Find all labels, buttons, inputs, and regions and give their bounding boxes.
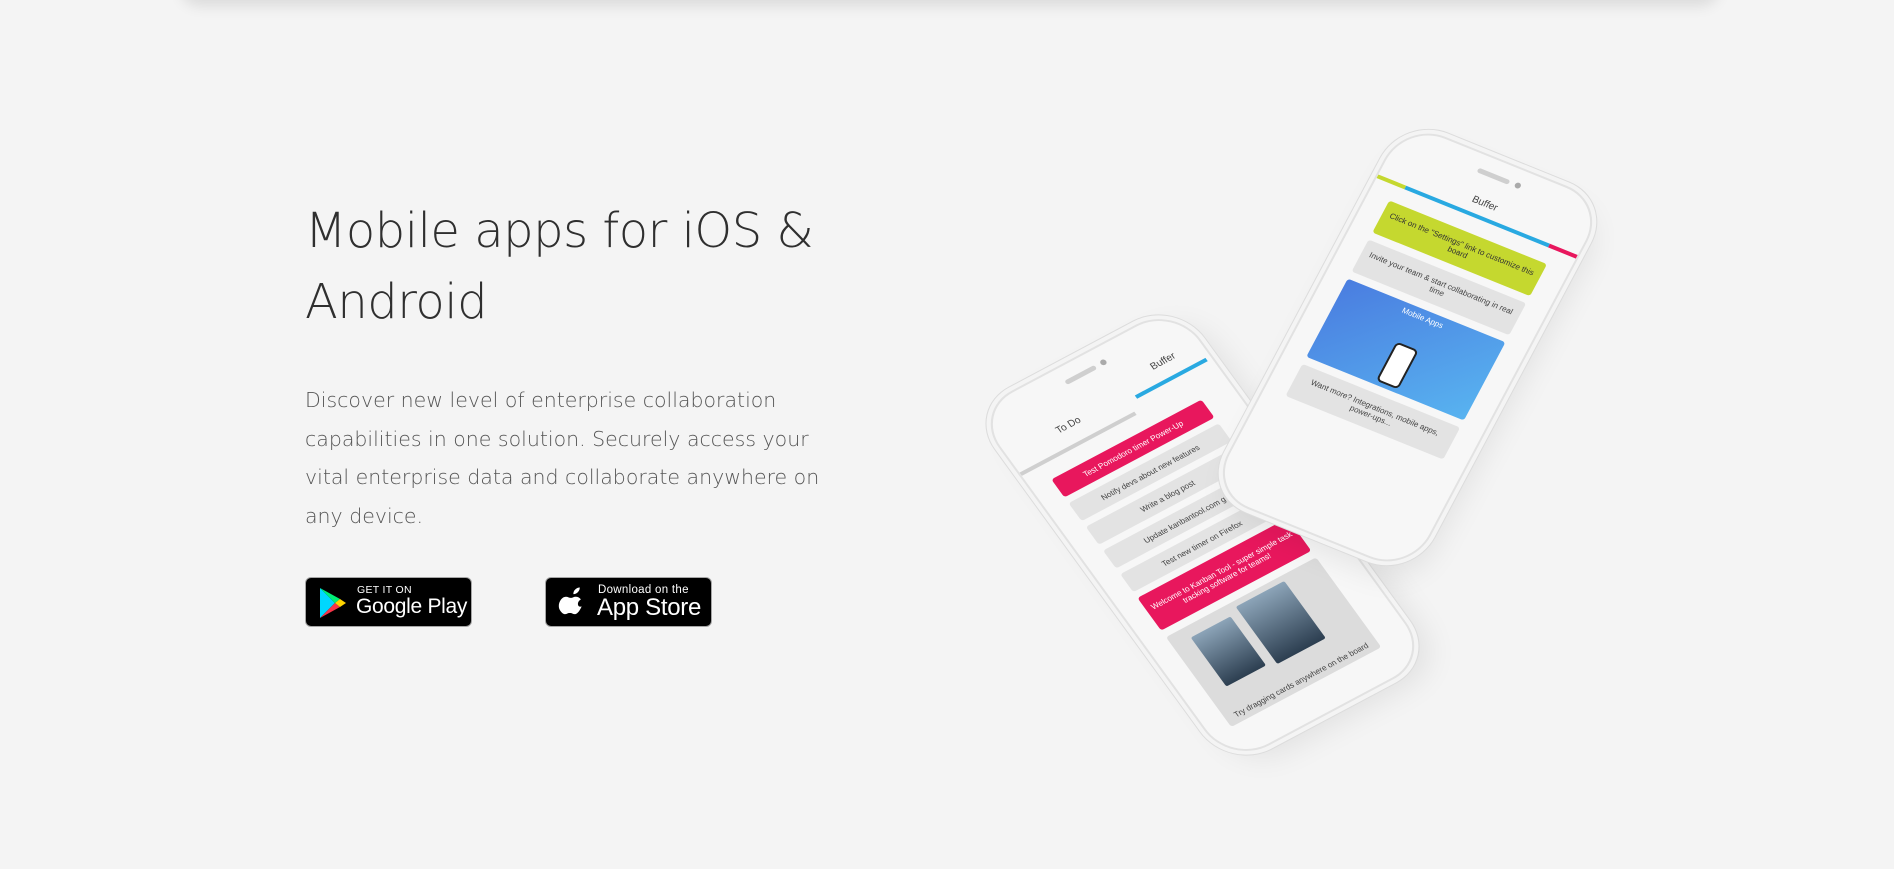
badge-big-text: Google Play [356,595,468,618]
camera [1513,181,1522,190]
mini-phone-icon [1376,341,1420,390]
camera [1098,358,1108,367]
column-title-buffer: Buffer [1469,194,1500,214]
column-title-todo: To Do [1053,414,1084,437]
badge-big-text: App Store [597,594,702,621]
column-bar-blue [1134,357,1208,399]
speaker [1476,167,1510,185]
phone-back: Buffer Click on the "Settings" link to c… [1209,123,1606,572]
card-title: Mobile Apps [1400,305,1445,331]
page-title: Mobile apps for iOS & Android [305,203,814,330]
column-bar-lime [1376,174,1407,190]
phones-illustration: To Do Buffer Test Pomodoro timer Power-U… [975,120,1620,820]
google-play-icon [320,588,346,618]
column-bar-red [1548,243,1578,259]
app-store-badge[interactable]: Download on the App Store [545,577,712,627]
speaker [1063,365,1097,386]
apple-icon [558,587,582,615]
hero-description: Discover new level of enterprise collabo… [305,388,820,528]
column-title-buffer: Buffer [1148,350,1179,373]
google-play-badge[interactable]: GET IT ON Google Play [305,577,472,627]
